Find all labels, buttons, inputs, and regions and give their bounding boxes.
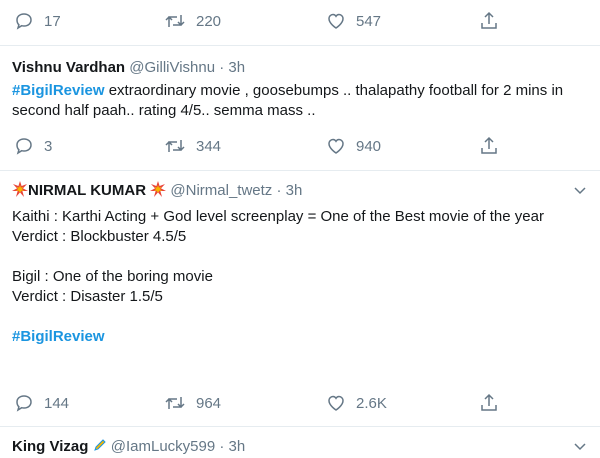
- retweet-icon: [165, 140, 185, 152]
- tweet-line: Verdict : Disaster 1.5/5: [12, 288, 163, 305]
- tweet-actions-top: 17 220 547: [14, 11, 574, 31]
- reply-icon: [16, 395, 32, 412]
- like-count: 940: [356, 137, 382, 155]
- tweet-line: Verdict : Blockbuster 4.5/5: [12, 228, 187, 245]
- collision-emoji-icon: [150, 181, 167, 197]
- reply-action[interactable]: 144: [14, 393, 69, 413]
- retweet-count: 344: [196, 137, 222, 155]
- tweet-actions: 144 964 2.6K: [14, 393, 574, 413]
- tweet-time[interactable]: · 3h: [276, 182, 302, 199]
- tweet-text: #BigilReview extraordinary movie , goose…: [12, 81, 588, 121]
- divider: [0, 426, 600, 427]
- reply-count: 17: [44, 12, 61, 30]
- share-icon: [481, 136, 497, 154]
- collision-emoji-icon: [12, 181, 28, 197]
- author-name[interactable]: King Vizag: [12, 438, 88, 455]
- heart-icon: [328, 395, 344, 411]
- like-action[interactable]: 547: [326, 11, 381, 31]
- author-handle[interactable]: @GilliVishnu: [129, 59, 215, 76]
- retweet-count: 964: [196, 394, 222, 412]
- tweet-line: Kaithi : Karthi Acting + God level scree…: [12, 208, 544, 225]
- reply-action[interactable]: 3: [14, 136, 52, 156]
- divider: [0, 45, 600, 46]
- like-action[interactable]: 2.6K: [326, 393, 387, 413]
- reply-count: 144: [44, 394, 70, 412]
- tweet-line: [12, 247, 588, 267]
- chevron-down-icon[interactable]: [574, 187, 586, 195]
- like-action[interactable]: 940: [326, 136, 381, 156]
- author-handle[interactable]: @IamLucky599: [111, 438, 215, 455]
- share-action[interactable]: [479, 11, 499, 31]
- like-count: 2.6K: [356, 394, 387, 412]
- retweet-icon: [165, 397, 185, 409]
- tweet-header: NIRMAL KUMAR @Nirmal_twetz · 3h: [12, 181, 302, 201]
- tweet-header: Vishnu Vardhan @GilliVishnu · 3h: [12, 58, 245, 78]
- retweet-action[interactable]: 964: [164, 393, 221, 413]
- reply-icon: [16, 138, 32, 155]
- share-icon: [481, 393, 497, 411]
- tweet-time[interactable]: · 3h: [219, 438, 245, 455]
- share-icon: [481, 11, 497, 29]
- retweet-action[interactable]: 220: [164, 11, 221, 31]
- hashtag-link[interactable]: #BigilReview: [12, 82, 105, 99]
- heart-icon: [328, 13, 344, 29]
- reply-action[interactable]: 17: [14, 11, 61, 31]
- retweet-action[interactable]: 344: [164, 136, 221, 156]
- share-action[interactable]: [479, 393, 499, 413]
- tweet-line: [12, 307, 588, 327]
- author-handle[interactable]: @Nirmal_twetz: [170, 182, 272, 199]
- reply-icon: [16, 13, 32, 30]
- author-name[interactable]: Vishnu Vardhan: [12, 59, 125, 76]
- tweet-line: Bigil : One of the boring movie: [12, 268, 213, 285]
- reply-count: 3: [44, 137, 53, 155]
- divider: [0, 170, 600, 171]
- retweet-icon: [165, 15, 185, 27]
- tweet-header: King Vizag @IamLucky599 · 3h: [12, 437, 245, 457]
- tweet-text: Kaithi : Karthi Acting + God level scree…: [12, 207, 588, 347]
- like-count: 547: [356, 12, 382, 30]
- hashtag-link[interactable]: #BigilReview: [12, 328, 105, 345]
- retweet-count: 220: [196, 12, 222, 30]
- author-name[interactable]: NIRMAL KUMAR: [28, 182, 146, 199]
- tweet-actions: 3 344 940: [14, 136, 574, 156]
- heart-icon: [328, 138, 344, 154]
- tweet-time[interactable]: · 3h: [219, 59, 245, 76]
- share-action[interactable]: [479, 136, 499, 156]
